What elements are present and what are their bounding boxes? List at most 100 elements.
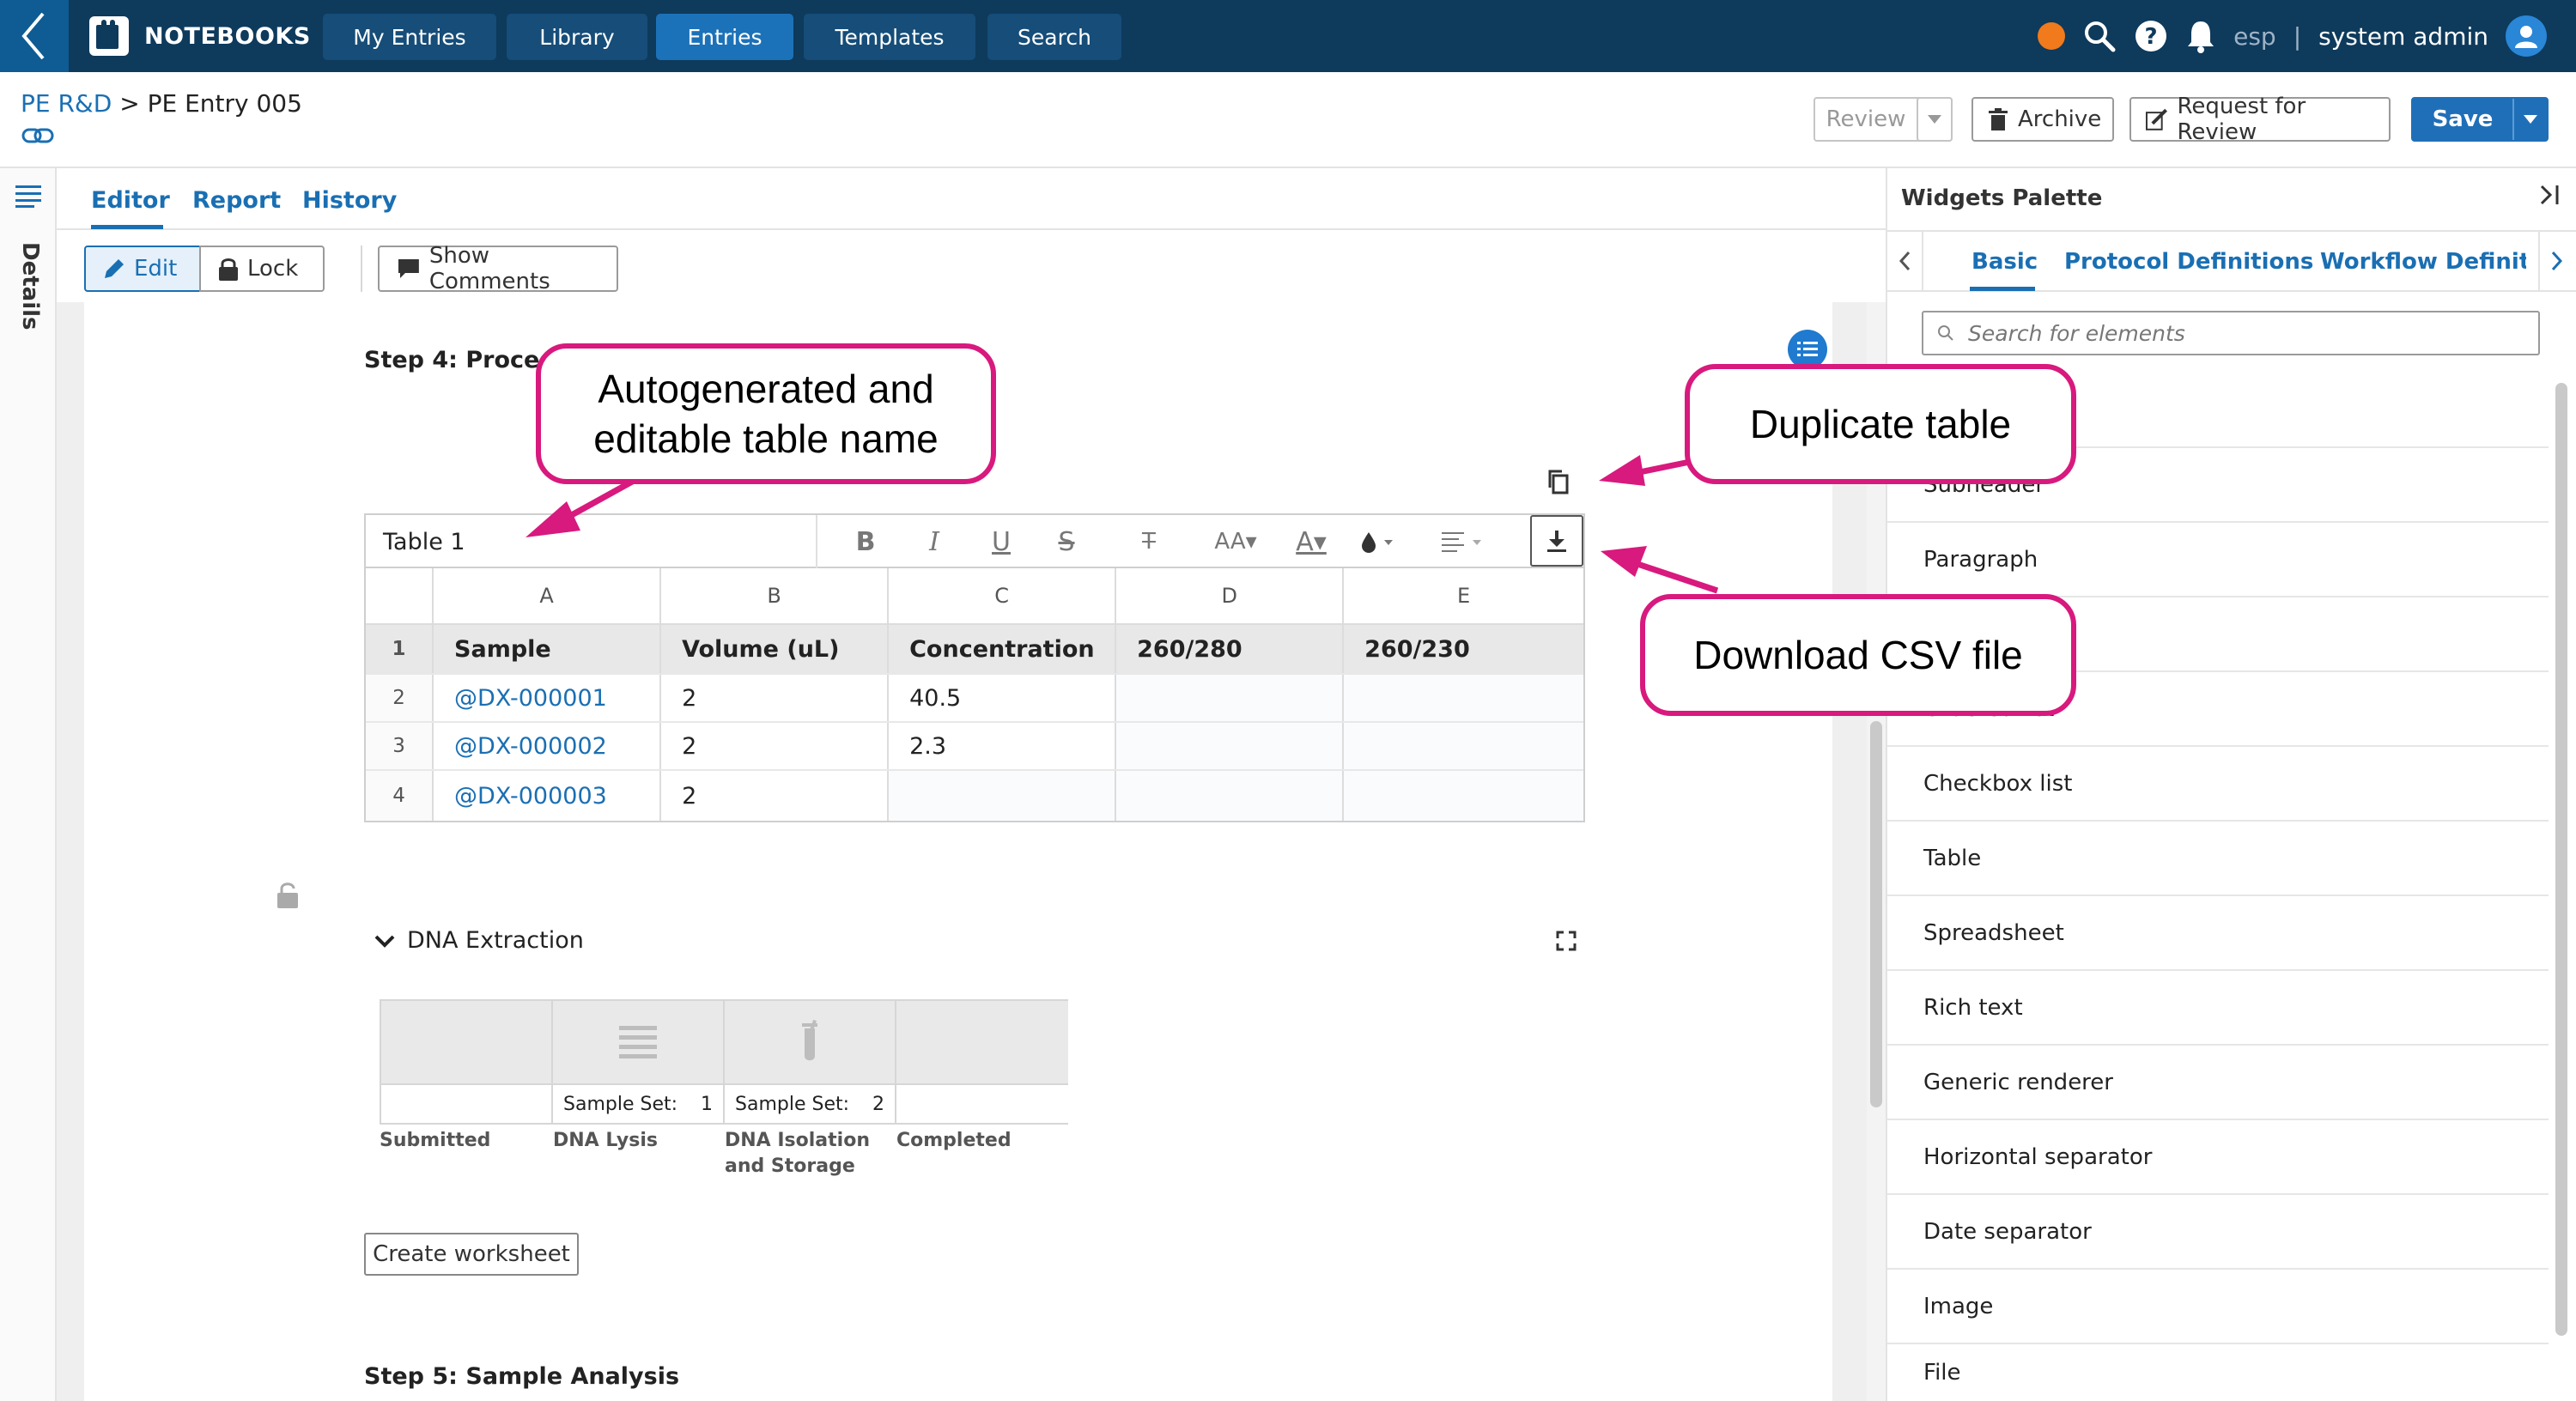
sample-link[interactable]: @DX-000001 xyxy=(434,675,662,721)
widget-item-table[interactable]: Table xyxy=(1887,822,2549,896)
row-number[interactable]: 1 xyxy=(366,625,434,673)
table-cell[interactable]: 260/280 xyxy=(1116,625,1345,673)
table-cell[interactable] xyxy=(1116,723,1345,769)
widget-item-paragraph[interactable]: Paragraph xyxy=(1887,523,2549,597)
language-selector[interactable]: esp xyxy=(2233,22,2276,51)
tabs-scroll-right[interactable] xyxy=(2538,232,2574,290)
tab-report[interactable]: Report xyxy=(192,187,281,214)
column-letter[interactable]: A xyxy=(434,568,662,623)
table-cell[interactable] xyxy=(1116,675,1345,721)
nav-search[interactable]: Search xyxy=(987,14,1121,60)
widget-item-horizontal-separator[interactable]: Horizontal separator xyxy=(1887,1120,2549,1195)
unlock-icon[interactable] xyxy=(275,881,301,910)
duplicate-table-icon[interactable] xyxy=(1547,469,1570,494)
table-cell[interactable]: 40.5 xyxy=(889,675,1117,721)
palette-scrollbar-thumb[interactable] xyxy=(2555,383,2567,1336)
user-name[interactable]: system admin xyxy=(2318,22,2488,51)
request-review-button[interactable]: Request for Review xyxy=(2129,94,2391,145)
edit-mode-button[interactable]: Edit xyxy=(84,246,201,292)
widget-item-rich-text[interactable]: Rich text xyxy=(1887,971,2549,1046)
palette-search[interactable] xyxy=(1922,311,2540,355)
tab-workflow-definitions[interactable]: Workflow Definitio xyxy=(2320,249,2526,275)
row-number[interactable]: 4 xyxy=(366,771,434,821)
widget-item-checkbox-list[interactable]: Checkbox list xyxy=(1887,747,2549,822)
lock-mode-button[interactable]: Lock xyxy=(199,246,325,292)
create-worksheet-button[interactable]: Create worksheet xyxy=(364,1233,579,1276)
help-icon[interactable]: ? xyxy=(2134,19,2168,53)
fill-color-icon[interactable] xyxy=(1355,527,1403,556)
table-name-input[interactable]: Table 1 xyxy=(383,529,465,555)
tab-basic[interactable]: Basic xyxy=(1971,249,2038,275)
table-cell[interactable]: 260/230 xyxy=(1344,625,1583,673)
strikethrough-icon[interactable]: S xyxy=(1051,527,1082,557)
widget-item-date-separator[interactable]: Date separator xyxy=(1887,1195,2549,1270)
collapse-panel-icon[interactable] xyxy=(2538,184,2561,206)
table-cell[interactable]: Concentration xyxy=(889,625,1117,673)
bell-icon[interactable] xyxy=(2185,19,2216,53)
review-dropdown-button[interactable] xyxy=(1917,97,1953,142)
nav-library[interactable]: Library xyxy=(507,14,647,60)
table-cell[interactable] xyxy=(1116,771,1345,821)
avatar[interactable] xyxy=(2506,15,2547,57)
widget-item-file[interactable]: File xyxy=(1887,1344,2549,1401)
tab-history[interactable]: History xyxy=(302,187,397,214)
download-csv-button[interactable] xyxy=(1530,515,1583,567)
save-button[interactable]: Save xyxy=(2411,97,2549,142)
nav-templates[interactable]: Templates xyxy=(804,14,975,60)
workflow-stages: Sample Set: 1 Sample Set: 2 xyxy=(380,999,1068,1125)
stage-submitted[interactable] xyxy=(381,1001,553,1123)
search-input[interactable] xyxy=(1968,320,2518,346)
table-cell[interactable] xyxy=(1344,723,1583,769)
widget-item-spreadsheet[interactable]: Spreadsheet xyxy=(1887,896,2549,971)
italic-icon[interactable]: I xyxy=(919,527,950,557)
row-number[interactable]: 2 xyxy=(366,675,434,721)
archive-button[interactable]: Archive xyxy=(1971,97,2114,142)
table-cell[interactable] xyxy=(1344,771,1583,821)
stage-dna-lysis[interactable]: Sample Set: 1 xyxy=(553,1001,725,1123)
widget-item-image[interactable]: Image xyxy=(1887,1270,2549,1344)
show-comments-button[interactable]: Show Comments xyxy=(378,243,618,294)
link-icon[interactable] xyxy=(21,125,55,146)
sample-link[interactable]: @DX-000003 xyxy=(434,771,662,821)
widget-item-generic-renderer[interactable]: Generic renderer xyxy=(1887,1046,2549,1120)
menu-icon[interactable] xyxy=(15,185,41,208)
dna-extraction-header[interactable]: DNA Extraction xyxy=(374,927,584,954)
underline-icon[interactable]: U xyxy=(986,527,1017,557)
table-cell[interactable]: 2 xyxy=(661,675,890,721)
table-cell[interactable]: 2 xyxy=(661,771,890,821)
sample-link[interactable]: @DX-000002 xyxy=(434,723,662,769)
font-size-icon[interactable]: AA▾ xyxy=(1206,527,1266,556)
text-color-icon[interactable]: A▾ xyxy=(1285,527,1338,557)
tab-protocol-definitions[interactable]: Protocol Definitions xyxy=(2064,249,2313,275)
table-cell[interactable]: 2.3 xyxy=(889,723,1117,769)
search-icon[interactable] xyxy=(2082,19,2117,53)
stage-completed[interactable] xyxy=(896,1001,1068,1123)
row-number[interactable]: 3 xyxy=(366,723,434,769)
expand-icon[interactable] xyxy=(1556,931,1577,951)
column-letter[interactable]: B xyxy=(661,568,890,623)
palette-scrollbar[interactable] xyxy=(2552,383,2571,1401)
breadcrumb-parent[interactable]: PE R&D xyxy=(21,89,112,118)
details-panel-toggle[interactable]: Details xyxy=(17,242,43,331)
column-letter[interactable]: D xyxy=(1116,568,1345,623)
align-icon[interactable] xyxy=(1439,527,1487,556)
save-dropdown-button[interactable] xyxy=(2512,99,2547,140)
nav-entries[interactable]: Entries xyxy=(656,14,793,60)
bold-icon[interactable]: B xyxy=(850,527,881,557)
back-button[interactable] xyxy=(0,0,69,72)
stage-dna-isolation[interactable]: Sample Set: 2 xyxy=(725,1001,896,1123)
table-cell[interactable]: Volume (uL) xyxy=(661,625,890,673)
table-cell[interactable] xyxy=(1344,675,1583,721)
table-cell[interactable]: Sample xyxy=(434,625,662,673)
tabs-scroll-left[interactable] xyxy=(1887,232,1923,290)
nav-my-entries[interactable]: My Entries xyxy=(323,14,496,60)
clear-format-icon[interactable]: T xyxy=(1132,527,1166,556)
table-cell[interactable] xyxy=(889,771,1117,821)
table-cell[interactable]: 2 xyxy=(661,723,890,769)
app-brand[interactable]: NOTEBOOKS xyxy=(89,16,311,56)
column-letter[interactable]: E xyxy=(1344,568,1584,623)
editor-scrollbar-thumb[interactable] xyxy=(1870,721,1882,1107)
column-letter[interactable]: C xyxy=(889,568,1117,623)
tab-editor[interactable]: Editor xyxy=(91,187,170,214)
status-indicator[interactable] xyxy=(2038,22,2066,50)
